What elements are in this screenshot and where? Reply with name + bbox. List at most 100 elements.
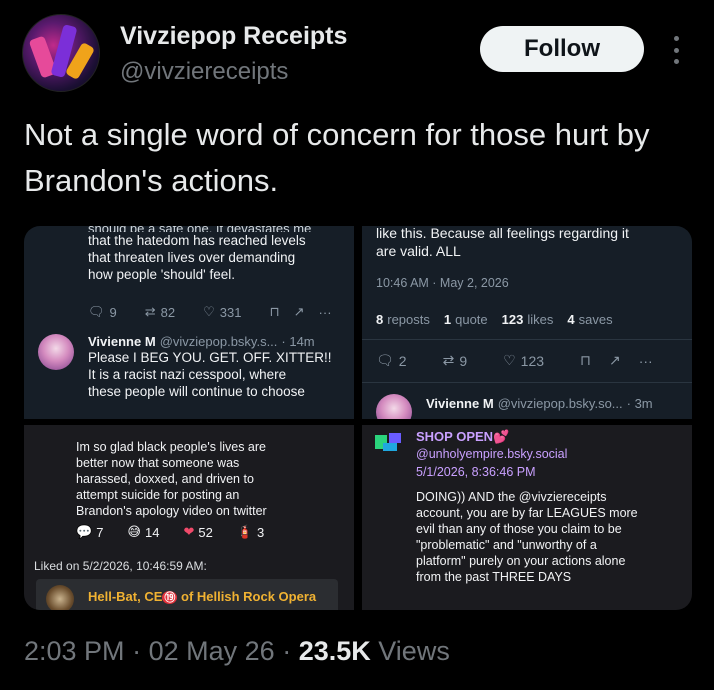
post-timestamp: 10:46 AM · May 2, 2026 <box>376 276 509 290</box>
sender-name[interactable]: SHOP OPEN💕 <box>416 429 509 445</box>
quoted-message[interactable]: Hell-Bat, CE ⑲ of Hellish Rock Opera <box>36 579 338 610</box>
share-icon[interactable]: ↗ <box>294 304 305 320</box>
like-icon[interactable]: ♡ <box>203 304 215 320</box>
saves-label[interactable]: saves <box>579 312 613 327</box>
quoted-avatar[interactable] <box>46 585 74 610</box>
tweet-date[interactable]: 02 May 26 <box>149 636 275 666</box>
reply-avatar[interactable] <box>38 334 74 370</box>
post-line: like this. Because all feelings regardin… <box>376 226 629 241</box>
message-body: DOING)) AND the @vivziereceipts account,… <box>416 489 686 585</box>
message-line: DOING)) AND the @vivziereceipts <box>416 490 607 504</box>
reply-count: 9 <box>109 304 117 320</box>
post-stats: 🗨 2 ⇄ 9 ♡ 123 ⊓ ↗ ··· <box>376 352 653 369</box>
reposts-count[interactable]: 8 <box>376 312 383 327</box>
share-icon[interactable]: ↗ <box>609 352 621 369</box>
post-line: how people 'should' feel. <box>88 267 236 282</box>
saves-count[interactable]: 4 <box>567 312 574 327</box>
message-line: attempt suicide for posting an <box>76 488 240 502</box>
separator: · <box>282 636 292 666</box>
bookmark-icon[interactable]: ⊓ <box>580 352 591 369</box>
reply-header: Vivienne M @vivziepop.bsky.so... · 3m <box>426 396 653 411</box>
reply-author-name[interactable]: Vivienne M <box>426 396 494 411</box>
more-icon[interactable]: ··· <box>639 353 653 369</box>
separator: · <box>132 636 142 666</box>
screenshot-pane-bottom-left[interactable]: Im so glad black people's lives are bett… <box>24 425 354 610</box>
reply-line: these people will continue to choose <box>88 384 305 399</box>
reaction-icon[interactable]: 🧯 <box>237 525 253 540</box>
post-line: are valid. ALL <box>376 243 461 259</box>
tweet-time[interactable]: 2:03 PM <box>24 636 125 666</box>
views-label[interactable]: Views <box>378 636 450 666</box>
reaction-icon[interactable]: 💬 <box>76 525 92 540</box>
follow-button[interactable]: Follow <box>480 26 644 72</box>
reply-post: Vivienne M @vivziepop.bsky.s... · 14m Pl… <box>88 334 350 400</box>
like-icon[interactable]: ♡ <box>503 352 516 369</box>
quoted-rest: of Hellish Rock Opera <box>177 589 317 604</box>
more-options-icon[interactable] <box>666 36 686 64</box>
reply-icon[interactable]: 🗨 <box>88 304 105 320</box>
tweet-meta: 2:03 PM · 02 May 26 · 23.5K Views <box>24 636 450 667</box>
reply-author-name[interactable]: Vivienne M <box>88 334 156 349</box>
quoted-name: Hell-Bat, CE <box>88 589 163 604</box>
author-avatar[interactable] <box>22 14 100 92</box>
divider <box>362 339 692 340</box>
message-line: Im so glad black people's lives are <box>76 440 266 454</box>
reactions: 💬 7 😅 14 ❤ 52 🧯 3 <box>76 525 264 540</box>
reply-icon[interactable]: 🗨 <box>376 352 394 369</box>
author-handle[interactable]: @vivziereceipts <box>120 58 288 86</box>
screenshot-pane-bottom-right[interactable]: SHOP OPEN💕 @unholyempire.bsky.social 5/1… <box>362 425 692 610</box>
reply-line: Please I BEG YOU. GET. OFF. XITTER!! <box>88 350 332 365</box>
reply-author-handle[interactable]: @vivziepop.bsky.s... <box>160 334 278 349</box>
post-line: that the hatedom has reached levels <box>88 233 306 248</box>
repost-icon[interactable]: ⇄ <box>443 352 455 369</box>
views-count[interactable]: 23.5K <box>299 636 371 666</box>
engagement-summary: 8 reposts 1 quote 123 likes 4 saves <box>376 312 613 327</box>
likes-label[interactable]: likes <box>527 312 553 327</box>
quotes-count[interactable]: 1 <box>444 312 451 327</box>
reply-author-handle[interactable]: @vivziepop.bsky.so... <box>498 396 623 411</box>
sender-link[interactable]: @unholyempire.bsky.social <box>416 447 567 461</box>
reaction-icon[interactable]: ❤ <box>183 525 194 540</box>
message-line: account, you are by far LEAGUES more <box>416 506 638 520</box>
message-line: better now that someone was <box>76 456 240 470</box>
reply-header: Vivienne M @vivziepop.bsky.s... · 14m <box>88 334 350 349</box>
message-line: Brandon's apology video on twitter <box>76 504 267 518</box>
author-name[interactable]: Vivziepop Receipts <box>120 22 347 51</box>
message-line: platform" purely on your actions alone <box>416 554 626 568</box>
message-line: "problematic" and "unworthy of a <box>416 538 597 552</box>
message-line: from the past THREE DAYS <box>416 570 572 584</box>
post-stats: 🗨 9 ⇄ 82 ♡ 331 ⊓ ↗ ··· <box>88 304 332 320</box>
reaction-count: 7 <box>96 525 104 540</box>
reposts-label[interactable]: reposts <box>387 312 430 327</box>
reply-age: · 14m <box>281 334 315 349</box>
repost-count: 82 <box>160 304 176 320</box>
media-grid[interactable]: should be a safe one. It devastates me t… <box>24 226 692 610</box>
reply-count: 2 <box>398 352 407 369</box>
reaction-count: 14 <box>144 525 160 540</box>
more-icon[interactable]: ··· <box>319 305 332 320</box>
reaction-icon[interactable]: 😅 <box>127 525 141 540</box>
bookmark-icon[interactable]: ⊓ <box>269 304 279 320</box>
message-date: 5/1/2026, 8:36:46 PM <box>416 465 536 479</box>
screenshot-pane-top-left[interactable]: should be a safe one. It devastates me t… <box>24 226 354 419</box>
screenshot-pane-top-right[interactable]: like this. Because all feelings regardin… <box>362 226 692 419</box>
divider <box>362 382 692 383</box>
reaction-count: 52 <box>198 525 213 540</box>
message-line: harassed, doxxed, and driven to <box>76 472 254 486</box>
liked-on-text: Liked on 5/2/2026, 10:46:59 AM: <box>34 559 207 573</box>
reply-line: It is a racist nazi cesspool, where <box>88 367 287 382</box>
likes-count[interactable]: 123 <box>502 312 524 327</box>
post-text-fragment: like this. Because all feelings regardin… <box>376 226 686 260</box>
reply-age: · 3m <box>626 396 653 411</box>
quoted-author[interactable]: Hell-Bat, CE ⑲ of Hellish Rock Opera <box>88 589 316 605</box>
like-count: 123 <box>520 352 545 369</box>
sticker-icon <box>374 431 404 453</box>
tweet-text: Not a single word of concern for those h… <box>24 117 650 198</box>
reply-avatar[interactable] <box>376 394 412 419</box>
repost-icon[interactable]: ⇄ <box>145 304 156 320</box>
quoted-badge: ⑲ <box>162 591 178 604</box>
post-text-fragment: should be a safe one. It devastates me t… <box>88 226 348 283</box>
like-count: 331 <box>219 304 242 320</box>
post-line: that threaten lives over demanding <box>88 250 296 265</box>
quotes-label[interactable]: quote <box>455 312 488 327</box>
